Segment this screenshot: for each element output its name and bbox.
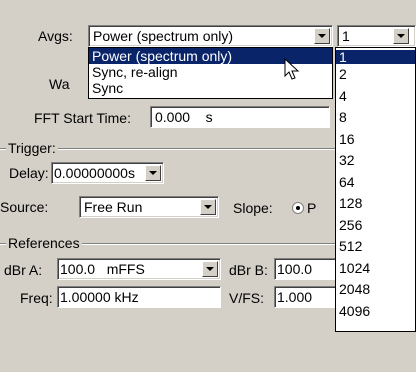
dropdown-option[interactable]: 32 [336, 150, 415, 172]
fft-start-time-label: FFT Start Time: [34, 110, 131, 126]
vfs-value: 1.000 [277, 289, 313, 305]
delay-value: 0.00000000s [54, 165, 135, 181]
source-label: Source: [0, 199, 49, 215]
dbra-value: 100.0 mFFS [60, 261, 145, 277]
chevron-down-icon [206, 267, 214, 271]
fft-start-time-value: 0.000 s [155, 109, 213, 125]
freq-label: Freq: [20, 290, 53, 306]
avgs-count-select[interactable]: 1 [337, 25, 416, 47]
avgs-count-dropdown-list: 1 2 4 8 16 32 64 128 256 512 1024 2048 4… [335, 47, 416, 332]
dropdown-option[interactable]: 512 [336, 236, 415, 258]
avgs-count-value: 1 [342, 28, 350, 44]
dropdown-option[interactable]: 16 [336, 129, 415, 151]
avgs-label: Avgs: [38, 28, 73, 44]
dbra-dropdown-button[interactable] [202, 261, 218, 277]
freq-value: 1.00000 kHz [60, 289, 139, 305]
freq-field[interactable]: 1.00000 kHz [57, 286, 221, 308]
dbrb-value: 100.0 [277, 261, 313, 277]
dropdown-option[interactable]: Sync [89, 80, 332, 96]
chevron-down-icon [204, 205, 212, 209]
dropdown-option[interactable]: 64 [336, 172, 415, 194]
dbrb-field[interactable]: 100.0 [274, 258, 340, 280]
window-label: Wa [49, 76, 70, 92]
dropdown-option[interactable]: 1024 [336, 258, 415, 280]
vfs-field[interactable]: 1.000 [274, 286, 340, 308]
avgs-mode-select[interactable]: Power (spectrum only) [88, 25, 333, 47]
slope-label: Slope: [233, 200, 273, 216]
dropdown-option[interactable]: 4 [336, 86, 415, 108]
dropdown-option[interactable]: 256 [336, 215, 415, 237]
dropdown-option[interactable]: 1 [336, 50, 415, 64]
source-dropdown-button[interactable] [200, 199, 216, 215]
slope-option-label: P [307, 200, 317, 216]
dropdown-option[interactable]: 2 [336, 64, 415, 86]
vfs-label: V/FS: [229, 290, 265, 306]
delay-select[interactable]: 0.00000000s [51, 162, 164, 184]
chevron-down-icon [149, 171, 157, 175]
trigger-group-title: Trigger: [6, 140, 58, 156]
dropdown-option[interactable]: 4096 [336, 301, 415, 323]
fft-start-time-field[interactable]: 0.000 s [150, 106, 330, 128]
source-select[interactable]: Free Run [79, 196, 219, 218]
radio-dot [296, 206, 300, 210]
cursor-arrow-icon [284, 58, 300, 80]
dbrb-label: dBr B: [229, 262, 268, 278]
dropdown-option[interactable]: 128 [336, 193, 415, 215]
chevron-down-icon [318, 34, 326, 38]
avgs-count-dropdown-button[interactable] [393, 28, 409, 44]
dbra-label: dBr A: [4, 262, 43, 278]
avgs-mode-value: Power (spectrum only) [93, 28, 234, 44]
slope-radio[interactable] [292, 202, 304, 214]
chevron-down-icon [397, 34, 405, 38]
dropdown-option[interactable]: 2048 [336, 279, 415, 301]
delay-label: Delay: [9, 165, 49, 181]
avgs-mode-dropdown-button[interactable] [314, 28, 330, 44]
dbra-select[interactable]: 100.0 mFFS [57, 258, 221, 280]
delay-dropdown-button[interactable] [145, 165, 161, 181]
dropdown-option[interactable]: 8 [336, 107, 415, 129]
references-group-title: References [6, 235, 82, 251]
source-value: Free Run [84, 199, 143, 215]
